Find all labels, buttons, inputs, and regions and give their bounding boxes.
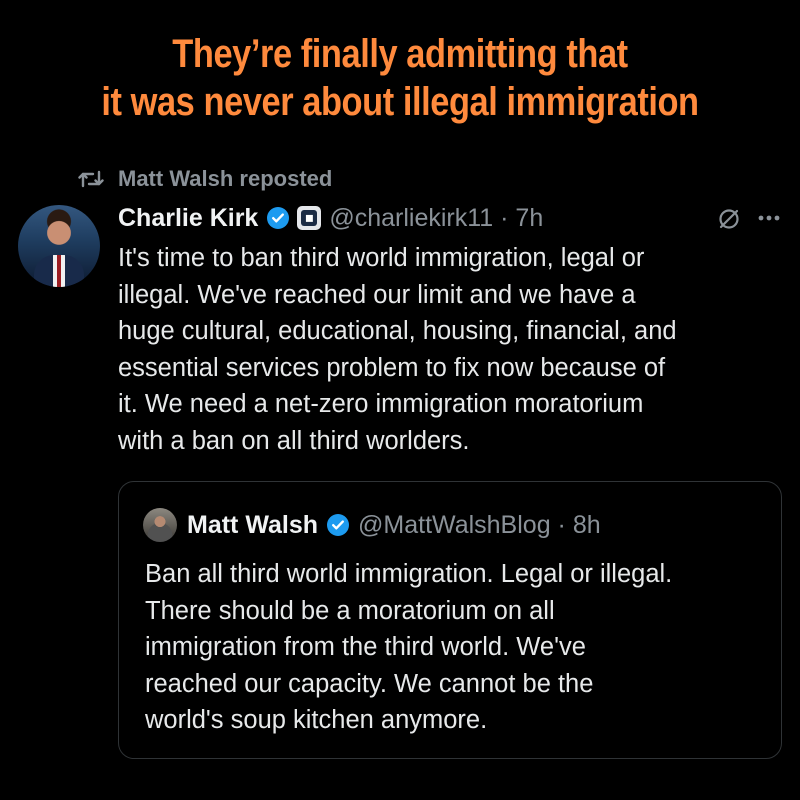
quote-text-line: Ban all third world immigration. Legal o…: [145, 560, 673, 588]
tweet-text-line: It's time to ban third world immigration…: [118, 244, 645, 272]
tweet-text-line: huge cultural, educational, housing, fin…: [118, 317, 677, 345]
tweet-handle-time[interactable]: @charliekirk11 · 7h: [329, 204, 543, 233]
repost-label: Matt Walsh reposted: [118, 166, 333, 191]
matt-walsh-avatar[interactable]: [143, 508, 177, 542]
quote-header: Matt Walsh @MattWalshBlog · 8h: [143, 508, 763, 542]
tweet-text-line: illegal. We've reached our limit and we …: [118, 280, 636, 309]
tweet-header: Charlie Kirk ◼ @charliekirk11 · 7h: [118, 198, 780, 238]
tweet-text: It's time to ban third world immigration…: [118, 240, 780, 459]
headline-line-1: They’re finally admitting that: [172, 32, 628, 76]
headline-line-2: it was never about illegal immigration: [101, 80, 699, 124]
quote-text-line: reached our capacity. We cannot be the: [145, 669, 594, 698]
verified-badge-icon: [267, 207, 290, 229]
grok-icon[interactable]: [716, 206, 742, 232]
headline: They’re finally admitting that it was ne…: [56, 30, 744, 126]
repost-indicator: Matt Walsh reposted: [78, 164, 332, 194]
affiliate-badge-icon[interactable]: ◼: [297, 206, 322, 230]
tweet-text-line: it. We need a net-zero immigration morat…: [118, 390, 644, 418]
affiliate-badge-inner-icon: ◼: [301, 210, 318, 226]
tweet-author-name[interactable]: Charlie Kirk: [118, 204, 258, 233]
avatar-suit-icon: [34, 255, 84, 287]
more-options-icon[interactable]: [758, 214, 780, 222]
repost-icon: [78, 170, 104, 188]
quoted-tweet-card[interactable]: Matt Walsh @MattWalshBlog · 8h Ban all t…: [118, 481, 782, 759]
tweet-text-line: essential services problem to fix now be…: [118, 353, 666, 382]
quote-text: Ban all third world immigration. Legal o…: [145, 556, 765, 739]
verified-badge-icon: [327, 514, 350, 536]
quote-text-line: There should be a moratorium on all: [145, 596, 555, 625]
tweet-text-line: with a ban on all third worlders.: [118, 426, 470, 455]
charlie-kirk-avatar[interactable]: [18, 205, 100, 287]
quote-text-line: world's soup kitchen anymore.: [145, 706, 488, 734]
quote-handle-time[interactable]: @MattWalshBlog · 8h: [358, 511, 601, 540]
quote-text-line: immigration from the third world. We've: [145, 633, 586, 661]
quote-author-name[interactable]: Matt Walsh: [187, 511, 318, 540]
